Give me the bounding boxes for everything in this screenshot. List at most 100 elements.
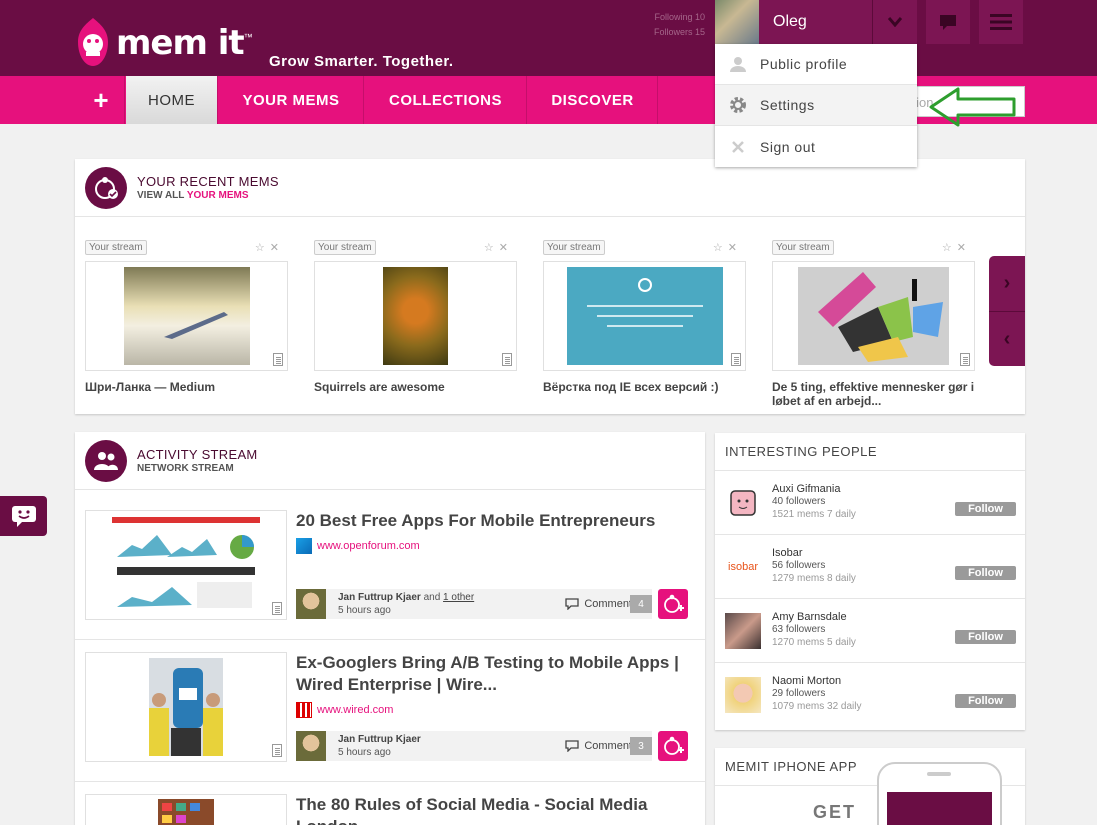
person-name[interactable]: Amy Barnsdale: [772, 611, 847, 623]
post-source[interactable]: www.openforum.com: [296, 538, 420, 554]
recent-mems-title: YOUR RECENT MEMS: [137, 174, 279, 189]
source-link[interactable]: www.wired.com: [317, 704, 393, 716]
person-avatar[interactable]: [725, 485, 761, 521]
interesting-people-title: INTERESTING PEOPLE: [715, 433, 1025, 471]
others-link[interactable]: 1 other: [443, 592, 474, 603]
document-icon: [960, 353, 970, 366]
social-media-image: [158, 799, 214, 825]
author-name[interactable]: Jan Futtrup Kjaer: [338, 592, 421, 603]
author-avatar[interactable]: [296, 731, 326, 761]
user-menu[interactable]: Oleg: [715, 0, 917, 44]
person-mems: 1270 mems 5 daily: [772, 637, 856, 648]
menu-item-settings[interactable]: Settings: [715, 85, 917, 126]
add-mem-icon: [664, 594, 684, 613]
person-followers: 29 followers: [772, 688, 826, 699]
comment-count: 4: [630, 595, 652, 613]
follow-button[interactable]: Follow: [955, 566, 1016, 580]
person-name[interactable]: Auxi Gifmania: [772, 483, 840, 495]
isobar-logo[interactable]: isobar: [725, 549, 761, 585]
mem-card[interactable]: Your stream ☆✕ Шри-Ланка — Medium: [85, 239, 288, 394]
post-title[interactable]: 20 Best Free Apps For Mobile Entrepreneu…: [296, 510, 691, 532]
menu-item-sign-out[interactable]: Sign out: [715, 126, 917, 167]
messages-icon[interactable]: [926, 0, 970, 44]
activity-header: ACTIVITY STREAM NETWORK STREAM: [75, 432, 705, 490]
comment-button[interactable]: Comment: [565, 598, 632, 610]
mem-thumbnail[interactable]: [772, 261, 975, 371]
following-count[interactable]: Following 10: [620, 10, 705, 25]
get-app-text[interactable]: GET: [813, 802, 856, 823]
person-avatar[interactable]: [725, 613, 761, 649]
mem-card[interactable]: Your stream ☆✕ De 5 ting, effektive menne…: [772, 239, 975, 408]
person-row: Auxi Gifmania 40 followers 1521 mems 7 d…: [715, 471, 1025, 535]
close-icon: [715, 140, 760, 154]
mem-thumbnail[interactable]: [85, 261, 288, 371]
star-icon[interactable]: ☆✕: [484, 241, 513, 254]
mem-card[interactable]: Your stream ☆✕ Squirrels are awesome: [314, 239, 517, 394]
source-link[interactable]: www.openforum.com: [317, 540, 420, 552]
user-name[interactable]: Oleg: [773, 13, 872, 31]
person-name[interactable]: Isobar: [772, 547, 803, 559]
followers-count[interactable]: Followers 15: [620, 25, 705, 40]
chevron-right-icon[interactable]: ›: [989, 256, 1025, 311]
star-icon[interactable]: ☆✕: [942, 241, 971, 254]
person-row: isobar Isobar 56 followers 1279 mems 8 d…: [715, 535, 1025, 599]
star-icon[interactable]: ☆✕: [255, 241, 284, 254]
mem-thumbnail[interactable]: [543, 261, 746, 371]
openforum-favicon: [296, 538, 312, 554]
post-thumbnail[interactable]: [85, 510, 287, 620]
post-thumbnail[interactable]: [85, 794, 287, 825]
star-icon[interactable]: ☆✕: [713, 241, 742, 254]
document-icon: [272, 744, 282, 757]
author-avatar[interactable]: [296, 589, 326, 619]
document-icon: [731, 353, 741, 366]
tab-collections[interactable]: COLLECTIONS: [365, 76, 527, 124]
follow-button[interactable]: Follow: [955, 694, 1016, 708]
add-to-mems-button[interactable]: [658, 589, 688, 619]
mem-card[interactable]: Your stream ☆✕ Вёрстка под IE всех версий…: [543, 239, 746, 394]
network-stream-link[interactable]: NETWORK STREAM: [137, 463, 258, 474]
tab-your-mems[interactable]: YOUR MEMS: [219, 76, 364, 124]
post-source[interactable]: www.wired.com: [296, 702, 393, 718]
comment-button[interactable]: Comment: [565, 740, 632, 752]
hamburger-menu-icon[interactable]: [979, 0, 1023, 44]
memit-owl-icon: [78, 18, 108, 66]
wired-favicon: [296, 702, 312, 718]
post-thumbnail[interactable]: [85, 652, 287, 762]
mem-thumbnail[interactable]: [314, 261, 517, 371]
person-mems: 1079 mems 32 daily: [772, 701, 862, 712]
chevron-down-icon[interactable]: [872, 0, 917, 44]
tab-home[interactable]: HOME: [126, 76, 218, 124]
feedback-chat-button[interactable]: [0, 496, 47, 536]
menu-item-label: Public profile: [760, 56, 848, 72]
tab-discover[interactable]: DISCOVER: [528, 76, 658, 124]
post-title[interactable]: Ex-Googlers Bring A/B Testing to Mobile …: [296, 652, 691, 696]
user-dropdown-menu: Public profile Settings Sign out: [715, 44, 917, 167]
mem-title[interactable]: Squirrels are awesome: [314, 380, 517, 394]
chevron-left-icon[interactable]: ‹: [989, 311, 1025, 366]
iphone-image: [877, 762, 1002, 825]
follow-button[interactable]: Follow: [955, 502, 1016, 516]
trademark: ™: [243, 32, 253, 42]
memit-logo[interactable]: mem it ™: [76, 18, 253, 68]
view-all-link[interactable]: VIEW ALL YOUR MEMS: [137, 190, 279, 201]
add-mem-button[interactable]: +: [78, 76, 125, 124]
sky-wing-image: [123, 267, 250, 365]
person-name[interactable]: Naomi Morton: [772, 675, 841, 687]
person-followers: 56 followers: [772, 560, 826, 571]
top-bar: mem it ™ Grow Smarter. Together. Followi…: [0, 0, 1097, 76]
person-mems: 1521 mems 7 daily: [772, 509, 856, 520]
mem-title[interactable]: Вёрстка под IE всех версий :): [543, 380, 746, 394]
add-to-mems-button[interactable]: [658, 731, 688, 761]
follow-button[interactable]: Follow: [955, 630, 1016, 644]
user-avatar[interactable]: [715, 0, 759, 44]
add-mem-icon: [664, 736, 684, 755]
mem-title[interactable]: Шри-Ланка — Medium: [85, 380, 288, 394]
author-name[interactable]: Jan Futtrup Kjaer: [338, 734, 421, 745]
squirrel-image: [383, 267, 448, 365]
person-avatar[interactable]: [725, 677, 761, 713]
post-title[interactable]: The 80 Rules of Social Media - Social Me…: [296, 794, 691, 825]
annotation-arrow-icon: [929, 87, 1016, 127]
document-icon: [502, 353, 512, 366]
menu-item-public-profile[interactable]: Public profile: [715, 44, 917, 85]
mem-title[interactable]: De 5 ting, effektive mennesker gør i løb…: [772, 380, 975, 408]
